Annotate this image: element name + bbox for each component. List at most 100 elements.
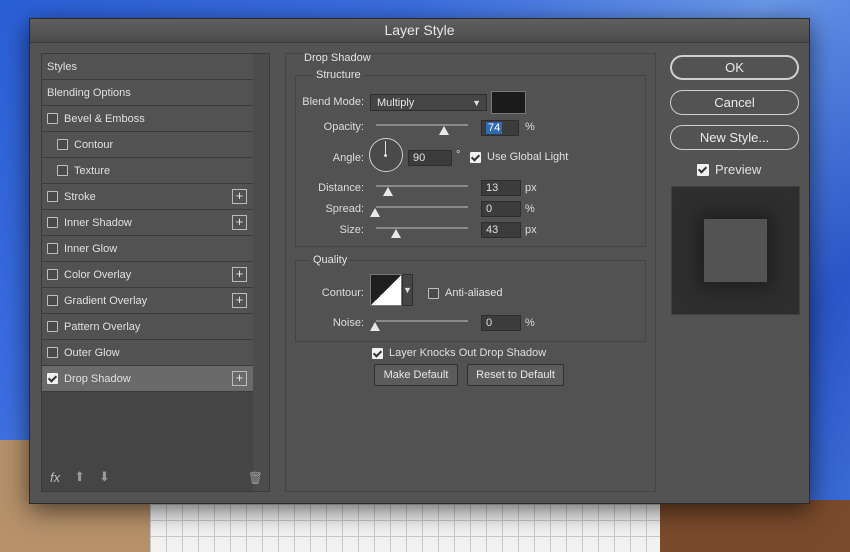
chevron-down-icon: ▼: [472, 98, 481, 108]
structure-heading: Structure: [313, 69, 364, 81]
new-style-button[interactable]: New Style...: [670, 125, 799, 150]
distance-slider-thumb[interactable]: [383, 187, 393, 196]
distance-field[interactable]: 13: [481, 180, 521, 196]
style-item-label: Pattern Overlay: [64, 320, 141, 333]
style-item-inner-glow[interactable]: Inner Glow: [42, 236, 255, 262]
noise-label: Noise:: [332, 317, 364, 329]
add-icon[interactable]: +: [232, 267, 247, 282]
checkbox-icon[interactable]: [47, 321, 58, 332]
style-item-drop-shadow[interactable]: Drop Shadow +: [42, 366, 255, 392]
style-item-pattern-overlay[interactable]: Pattern Overlay: [42, 314, 255, 340]
preview-thumbnail: [704, 219, 767, 282]
noise-field[interactable]: 0: [481, 315, 521, 331]
checkbox-icon[interactable]: [47, 295, 58, 306]
use-global-light-checkbox[interactable]: Use Global Light: [470, 151, 568, 163]
spread-slider-thumb[interactable]: [370, 208, 380, 217]
checkbox-icon[interactable]: [47, 243, 58, 254]
quality-group: [295, 260, 646, 342]
angle-field[interactable]: 90: [408, 150, 452, 166]
add-icon[interactable]: +: [232, 293, 247, 308]
layer-style-dialog: Layer Style Styles Blending Options Bevel …: [29, 18, 810, 504]
distance-label: Distance:: [318, 182, 364, 194]
style-item-label: Inner Shadow: [64, 216, 132, 229]
checkbox-icon[interactable]: [47, 113, 58, 124]
noise-slider-thumb[interactable]: [370, 322, 380, 331]
ok-button[interactable]: OK: [670, 55, 799, 80]
checkbox-icon[interactable]: [47, 217, 58, 228]
anti-aliased-label: Anti-aliased: [445, 287, 503, 299]
style-item-label: Stroke: [64, 190, 96, 203]
cancel-button[interactable]: Cancel: [670, 90, 799, 115]
use-global-light-label: Use Global Light: [487, 151, 569, 163]
style-item-bevel-emboss[interactable]: Bevel & Emboss: [42, 106, 255, 132]
style-item-label: Drop Shadow: [64, 372, 131, 385]
style-item-contour[interactable]: Contour: [42, 132, 265, 158]
style-item-label: Texture: [74, 164, 111, 177]
move-up-icon[interactable]: ⬆: [74, 469, 85, 485]
knocks-out-checkbox[interactable]: Layer Knocks Out Drop Shadow: [372, 347, 546, 359]
style-item-gradient-overlay[interactable]: Gradient Overlay +: [42, 288, 255, 314]
checkbox-icon[interactable]: [47, 269, 58, 280]
size-field[interactable]: 43: [481, 222, 521, 238]
contour-chevron-down-icon[interactable]: ▼: [402, 274, 413, 306]
style-item-label: Inner Glow: [64, 242, 118, 255]
checkbox-icon: [372, 347, 383, 359]
style-item-color-overlay[interactable]: Color Overlay +: [42, 262, 255, 288]
anti-aliased-checkbox[interactable]: Anti-aliased: [428, 287, 502, 299]
move-down-icon[interactable]: ⬇: [99, 469, 110, 485]
contour-preview[interactable]: [370, 274, 402, 306]
checkbox-icon: [470, 151, 481, 163]
style-item-texture[interactable]: Texture: [42, 158, 265, 184]
checkbox-icon[interactable]: [47, 347, 58, 358]
style-item-outer-glow[interactable]: Outer Glow: [42, 340, 255, 366]
add-icon[interactable]: +: [232, 371, 247, 386]
checkbox-icon[interactable]: [47, 191, 58, 202]
style-item-label: Styles: [47, 60, 77, 73]
trash-icon[interactable]: 🗑: [248, 471, 263, 485]
preview-checkbox[interactable]: Preview: [697, 162, 761, 177]
style-item-stroke[interactable]: Stroke +: [42, 184, 255, 210]
style-item-label: Blending Options: [47, 86, 131, 99]
fx-icon[interactable]: fx: [50, 470, 60, 485]
angle-dial[interactable]: [369, 138, 403, 172]
blend-mode-value: Multiply: [377, 97, 415, 109]
style-item-label: Color Overlay: [64, 268, 132, 281]
shadow-color-swatch[interactable]: [491, 91, 526, 114]
drop-shadow-panel: Drop Shadow Structure Blend Mode: Multip…: [285, 52, 656, 492]
checkbox-icon: [697, 163, 709, 176]
styles-list-scrollbar[interactable]: [253, 54, 269, 491]
style-item-inner-shadow[interactable]: Inner Shadow +: [42, 210, 255, 236]
checkbox-icon: [428, 287, 439, 299]
style-item-blending-options[interactable]: Blending Options: [42, 80, 255, 106]
add-icon[interactable]: +: [232, 189, 247, 204]
size-slider-thumb[interactable]: [391, 229, 401, 238]
opacity-field[interactable]: 74: [481, 120, 519, 136]
style-item-styles[interactable]: Styles: [42, 54, 255, 80]
spread-slider-track[interactable]: [376, 206, 468, 208]
noise-slider-track[interactable]: [376, 320, 468, 322]
style-item-label: Outer Glow: [64, 346, 120, 359]
preview-label: Preview: [715, 162, 762, 177]
opacity-slider-thumb[interactable]: [439, 126, 450, 135]
spread-label: Spread:: [325, 203, 364, 215]
opacity-label: Opacity:: [323, 121, 364, 133]
size-label: Size:: [339, 224, 364, 236]
size-slider-track[interactable]: [376, 227, 468, 229]
spread-field[interactable]: 0: [481, 201, 521, 217]
checkbox-icon[interactable]: [47, 373, 58, 384]
blend-mode-select[interactable]: Multiply ▼: [370, 94, 487, 111]
reset-to-default-button[interactable]: Reset to Default: [467, 364, 564, 386]
checkbox-icon[interactable]: [57, 139, 68, 150]
size-unit: px: [525, 224, 537, 236]
opacity-slider-track[interactable]: [376, 124, 468, 126]
dialog-title: Layer Style: [30, 19, 809, 43]
noise-unit: %: [525, 317, 535, 329]
style-item-label: Contour: [74, 138, 114, 151]
angle-label: Angle:: [332, 152, 364, 164]
checkbox-icon[interactable]: [57, 165, 68, 176]
make-default-button[interactable]: Make Default: [374, 364, 458, 386]
knocks-out-label: Layer Knocks Out Drop Shadow: [389, 347, 547, 359]
spread-unit: %: [525, 203, 535, 215]
style-item-label: Gradient Overlay: [64, 294, 148, 307]
add-icon[interactable]: +: [232, 215, 247, 230]
